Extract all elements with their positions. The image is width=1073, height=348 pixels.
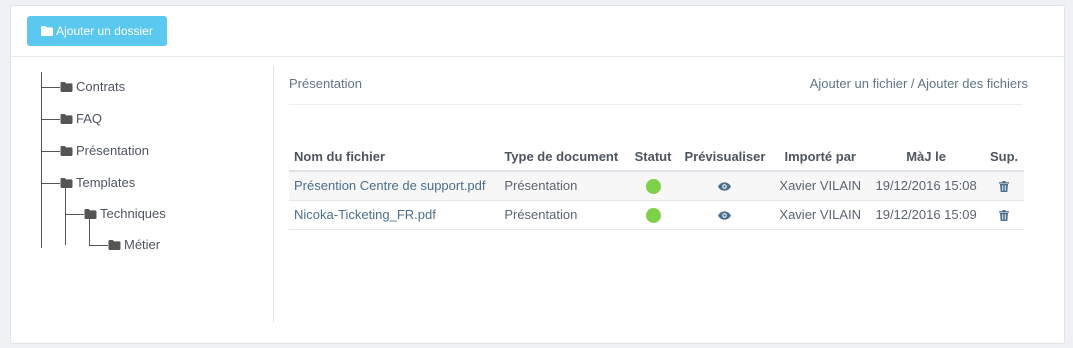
table-header-row: Nom du fichier Type de document Statut P… [289, 143, 1024, 172]
col-header-preview[interactable]: Prévisualiser [677, 143, 773, 172]
imported-by: Xavier VILAIN [772, 200, 869, 230]
status-cell [628, 171, 678, 201]
table-row: Nicoka-Ticketing_FR.pdf Présentation Xav… [289, 200, 1024, 230]
breadcrumb: Présentation [289, 76, 362, 91]
panel-header: Ajouter un dossier [11, 6, 1064, 57]
trash-icon[interactable] [999, 210, 1010, 222]
tree-item-faq[interactable]: FAQ [60, 111, 102, 126]
document-type: Présentation [499, 200, 629, 230]
updated-date: 19/12/2016 15:08 [868, 171, 985, 201]
tree-item-templates[interactable]: Templates [60, 175, 135, 190]
folder-icon [108, 239, 121, 250]
tree-connector [41, 87, 60, 88]
delete-cell [984, 171, 1024, 201]
tree-item-label: Techniques [100, 206, 166, 221]
folder-icon [60, 113, 73, 124]
col-header-status[interactable]: Statut [628, 143, 678, 172]
folder-icon [60, 81, 73, 92]
tree-item-label: Métier [124, 237, 161, 252]
folder-icon [41, 26, 54, 36]
tree-item-metier[interactable]: Métier [108, 237, 160, 252]
tree-connector [41, 151, 60, 152]
folder-icon [84, 208, 97, 219]
col-header-updated[interactable]: MàJ le [868, 143, 985, 172]
add-file-link[interactable]: Ajouter un fichier [810, 76, 908, 91]
link-separator: / [907, 76, 918, 91]
updated-date: 19/12/2016 15:09 [868, 200, 985, 230]
tree-item-label: Contrats [76, 79, 126, 94]
tree-item-presentation[interactable]: Présentation [60, 143, 149, 158]
tree-connector [41, 119, 60, 120]
preview-cell [677, 200, 773, 230]
table-row: Présention Centre de support.pdf Présent… [289, 171, 1024, 201]
tree-item-contrats[interactable]: Contrats [60, 79, 125, 94]
col-header-type[interactable]: Type de document [499, 143, 629, 172]
folder-tree: Contrats FAQ Présentation Templates Tech… [30, 65, 260, 255]
tree-connector [41, 183, 60, 184]
header-divider [289, 104, 1022, 105]
folder-icon [60, 145, 73, 156]
file-name-link[interactable]: Présention Centre de support.pdf [289, 171, 500, 201]
add-files-link[interactable]: Ajouter des fichiers [917, 76, 1028, 91]
eye-icon[interactable] [718, 211, 732, 220]
tree-item-techniques[interactable]: Techniques [84, 206, 166, 221]
tree-item-label: FAQ [76, 111, 103, 126]
tree-item-label: Présentation [76, 143, 149, 158]
tree-item-label: Templates [76, 175, 136, 190]
add-folder-button[interactable]: Ajouter un dossier [27, 16, 167, 46]
add-folder-label: Ajouter un dossier [56, 24, 153, 38]
status-cell [628, 200, 678, 230]
delete-cell [984, 200, 1024, 230]
trash-icon[interactable] [999, 181, 1010, 193]
col-header-imported-by[interactable]: Importé par [772, 143, 869, 172]
status-indicator [645, 207, 661, 223]
document-type: Présentation [499, 171, 629, 201]
col-header-delete: Sup. [984, 143, 1024, 172]
status-indicator [645, 178, 661, 194]
add-files-links: Ajouter un fichier / Ajouter des fichier… [810, 76, 1028, 91]
col-header-name[interactable]: Nom du fichier [289, 143, 500, 172]
tree-connector [89, 245, 108, 246]
eye-icon[interactable] [718, 182, 732, 191]
pane-divider [273, 66, 274, 322]
files-table: Nom du fichier Type de document Statut P… [289, 143, 1024, 230]
imported-by: Xavier VILAIN [772, 171, 869, 201]
preview-cell [677, 171, 773, 201]
tree-connector [65, 214, 84, 215]
tree-connector [41, 72, 42, 248]
file-name-link[interactable]: Nicoka-Ticketing_FR.pdf [289, 200, 500, 230]
folder-icon [60, 177, 73, 188]
